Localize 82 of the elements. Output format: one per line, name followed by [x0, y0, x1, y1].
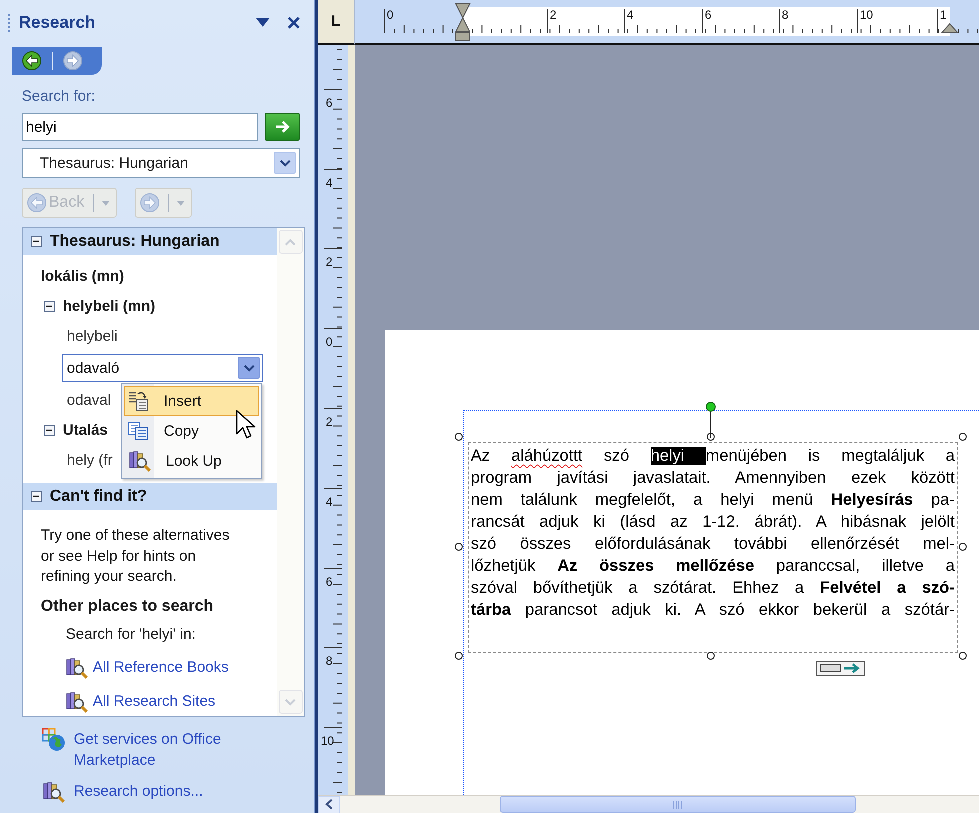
search-in-label: Search for 'helyi' in: — [65, 624, 197, 644]
books-search-icon — [65, 690, 89, 714]
options-link[interactable]: Research options... — [74, 780, 274, 802]
section-header[interactable]: Can't find it? — [23, 483, 277, 510]
indent-marker[interactable] — [455, 4, 471, 42]
copy-icon — [128, 420, 150, 442]
ruler-number: 4 — [326, 495, 333, 509]
synonym-item[interactable]: helybeli — [67, 328, 118, 344]
ruler-number: 4 — [326, 176, 333, 190]
grip-icon — [673, 800, 683, 808]
menu-item[interactable]: Look Up — [124, 446, 259, 476]
resize-handle[interactable] — [959, 433, 967, 441]
synonym-dropdown[interactable]: odavaló — [62, 354, 263, 382]
collapse-icon[interactable] — [44, 300, 55, 312]
chevron-left-icon — [325, 799, 333, 810]
resize-handle[interactable] — [455, 433, 463, 441]
ruler-number: 1 — [940, 8, 947, 22]
caret-icon — [102, 200, 110, 206]
text-flow-icon[interactable] — [816, 661, 865, 676]
insert-icon — [128, 390, 150, 412]
back-button[interactable] — [22, 51, 42, 71]
chevron-down-icon — [244, 364, 254, 372]
ruler-number: 0 — [326, 335, 333, 349]
marketplace-link[interactable]: Get services on Office Marketplace — [74, 728, 274, 771]
arrow-right-icon — [274, 120, 290, 134]
resize-handle[interactable] — [707, 652, 715, 660]
ruler-number: 4 — [627, 8, 634, 22]
menu-item[interactable]: Copy — [124, 416, 259, 446]
synonym-item[interactable]: odaval — [67, 392, 112, 408]
ruler-number: 2 — [326, 415, 333, 429]
rotate-handle[interactable] — [705, 402, 717, 438]
close-button[interactable] — [286, 14, 302, 30]
ruler-number: 2 — [326, 255, 333, 269]
close-icon — [288, 16, 300, 28]
resize-handle[interactable] — [959, 652, 967, 660]
source-dropdown[interactable]: Thesaurus: Hungarian — [22, 148, 300, 178]
books-search-icon — [65, 656, 89, 680]
menu-item[interactable]: Insert — [124, 386, 259, 416]
ruler-number: 10 — [860, 8, 874, 22]
globe-icon — [42, 728, 66, 752]
reference-link[interactable]: All Research Sites — [93, 693, 216, 710]
resize-handle[interactable] — [455, 542, 463, 550]
collapse-icon[interactable] — [31, 236, 42, 247]
search-label: Search for: — [22, 88, 96, 106]
resize-handle[interactable] — [959, 542, 967, 550]
resize-handle[interactable] — [707, 433, 715, 441]
ruler-number: 10 — [321, 734, 334, 748]
grip-icon — [8, 14, 11, 32]
meaning-heading[interactable]: Utalás — [63, 422, 108, 438]
tab-selector-button[interactable]: L — [318, 0, 355, 45]
books-search-icon — [128, 449, 152, 473]
search-field[interactable]: helyi — [22, 113, 258, 141]
pane-title: Research — [19, 12, 97, 32]
meaning-heading[interactable]: helybeli (mn) — [63, 298, 156, 314]
forward-button[interactable] — [63, 51, 83, 71]
synonym-item[interactable]: hely (fr — [67, 452, 113, 468]
ruler-number: 8 — [782, 8, 789, 22]
chevron-down-icon — [285, 698, 296, 706]
collapse-icon[interactable] — [44, 424, 55, 436]
pane-menu-icon[interactable] — [256, 18, 270, 27]
section-header[interactable]: Thesaurus: Hungarian — [23, 228, 277, 255]
resize-handle[interactable] — [455, 652, 463, 660]
chevron-down-icon — [280, 160, 290, 166]
chevron-up-icon — [285, 238, 296, 246]
scrollbar-thumb[interactable] — [500, 796, 856, 813]
ruler-number: 6 — [326, 96, 333, 110]
help-text: Try one of these alternatives or see Help for hints on refining your search. — [41, 526, 231, 587]
collapse-icon[interactable] — [31, 491, 42, 502]
ruler-number: 6 — [326, 575, 333, 589]
ruler-number: 2 — [550, 8, 557, 22]
ruler-number: 8 — [326, 654, 333, 668]
subheading: Other places to search — [41, 596, 215, 616]
ruler-number: 6 — [705, 8, 712, 22]
reference-link[interactable]: All Reference Books — [93, 659, 229, 676]
entry-heading: lokális (mn) — [41, 268, 124, 284]
caret-icon — [176, 200, 185, 206]
paragraph-text: Az aláhúzottt szó helyi menüjében is megtaláljuk a program javítási javaslatait. Amennyiben ezek között nem találunk megfelelőt, a helyi menü Helyesírás pa- rancsát adjuk ki (lásd az 1-12. ábrát). A hibásnak jelölt szó összes előfordulásának további ellenőrzését mel- lőzhetjük Az összes mellőzése paranccsal, illetve a szóval bővíthetjük a szótárat. Ehhez a Felvétel a szó- tárba parancsot adjuk ki. A szó ekkor bekerül a szótár- — [471, 446, 955, 621]
scroll-left-button[interactable] — [318, 796, 340, 813]
books-search-icon — [42, 780, 66, 804]
indent-marker[interactable] — [940, 23, 960, 34]
go-button[interactable] — [265, 113, 300, 141]
ruler-number: 0 — [387, 8, 394, 22]
